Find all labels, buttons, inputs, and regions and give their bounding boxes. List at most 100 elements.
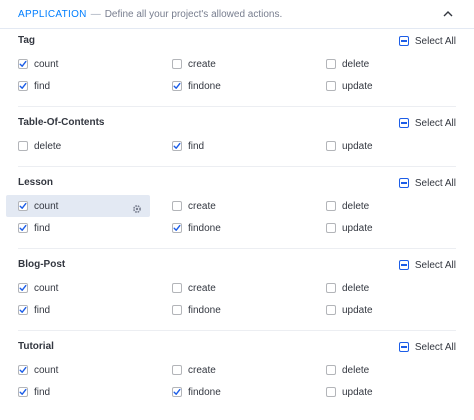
- title-separator: —: [90, 8, 101, 20]
- permission-label: findone: [188, 80, 221, 92]
- checkmark-icon: [173, 142, 181, 149]
- permission-create[interactable]: create: [160, 359, 304, 381]
- permission-update[interactable]: update: [314, 299, 458, 321]
- permission-label: update: [342, 222, 373, 234]
- permission-update[interactable]: update: [314, 381, 458, 403]
- permission-delete[interactable]: delete: [314, 277, 458, 299]
- permission-checkbox[interactable]: [18, 387, 28, 397]
- permission-label: findone: [188, 222, 221, 234]
- select-all-label: Select All: [414, 35, 456, 47]
- permission-checkbox[interactable]: [172, 59, 182, 69]
- permission-checkbox[interactable]: [326, 59, 336, 69]
- permission-find[interactable]: find: [160, 135, 304, 157]
- chevron-up-icon[interactable]: [440, 6, 456, 22]
- section-divider: [18, 330, 456, 331]
- permission-checkbox[interactable]: [172, 81, 182, 91]
- gear-icon[interactable]: [132, 201, 142, 213]
- select-all-toggle[interactable]: Select All: [398, 176, 456, 190]
- permission-find[interactable]: find: [6, 299, 150, 321]
- permission-findone[interactable]: findone: [160, 299, 304, 321]
- permission-checkbox[interactable]: [18, 81, 28, 91]
- permission-count[interactable]: count: [6, 53, 150, 75]
- permission-checkbox[interactable]: [326, 283, 336, 293]
- permission-section-blog-post: Blog-Post Select All count create delete find…: [0, 258, 474, 338]
- select-all-checkbox[interactable]: [398, 260, 409, 270]
- permission-section-lesson: Lesson Select All count create delete find fin…: [0, 176, 474, 256]
- select-all-checkbox[interactable]: [398, 36, 409, 46]
- permission-checkbox[interactable]: [18, 201, 28, 211]
- permission-label: create: [188, 282, 216, 294]
- permission-checkbox[interactable]: [326, 201, 336, 211]
- permission-checkbox[interactable]: [172, 283, 182, 293]
- permission-count[interactable]: count: [6, 195, 150, 217]
- permission-checkbox[interactable]: [18, 283, 28, 293]
- permission-delete[interactable]: delete: [314, 195, 458, 217]
- permission-create[interactable]: create: [160, 195, 304, 217]
- select-all-toggle[interactable]: Select All: [398, 258, 456, 272]
- select-all-checkbox[interactable]: [398, 118, 409, 128]
- permission-find[interactable]: find: [6, 217, 150, 239]
- permission-find[interactable]: find: [6, 381, 150, 403]
- permission-label: find: [34, 304, 51, 316]
- permission-update[interactable]: update: [314, 75, 458, 97]
- permission-count[interactable]: count: [6, 277, 150, 299]
- permission-checkbox[interactable]: [172, 141, 182, 151]
- permission-checkbox[interactable]: [18, 223, 28, 233]
- select-all-checkbox[interactable]: [398, 178, 409, 188]
- permission-checkbox[interactable]: [172, 387, 182, 397]
- permission-label: findone: [188, 304, 221, 316]
- permission-checkbox[interactable]: [172, 365, 182, 375]
- permission-checkbox[interactable]: [172, 201, 182, 211]
- section-name: Blog-Post: [18, 259, 66, 270]
- select-all-toggle[interactable]: Select All: [398, 116, 456, 130]
- application-header[interactable]: APPLICATION — Define all your project's …: [0, 0, 474, 28]
- permission-label: delete: [342, 364, 370, 376]
- permission-checkbox[interactable]: [172, 223, 182, 233]
- permission-findone[interactable]: findone: [160, 217, 304, 239]
- section-name: Table-Of-Contents: [18, 117, 105, 128]
- checkmark-icon: [173, 388, 181, 395]
- permission-checkbox[interactable]: [326, 81, 336, 91]
- checkmark-icon: [19, 82, 27, 89]
- checkmark-icon: [19, 366, 27, 373]
- permission-findone[interactable]: findone: [160, 75, 304, 97]
- checkmark-icon: [19, 388, 27, 395]
- section-divider: [18, 166, 456, 167]
- permission-checkbox[interactable]: [326, 141, 336, 151]
- permission-checkbox[interactable]: [326, 223, 336, 233]
- checkmark-icon: [19, 284, 27, 291]
- indeterminate-icon: [400, 40, 407, 42]
- permission-checkbox[interactable]: [326, 387, 336, 397]
- permission-label: count: [34, 200, 59, 212]
- permission-label: count: [34, 58, 59, 70]
- permission-label: find: [34, 386, 51, 398]
- permission-label: find: [188, 140, 205, 152]
- permission-find[interactable]: find: [6, 75, 150, 97]
- section-divider: [18, 106, 456, 107]
- permission-count[interactable]: count: [6, 359, 150, 381]
- permission-label: create: [188, 364, 216, 376]
- permission-findone[interactable]: findone: [160, 381, 304, 403]
- permission-label: delete: [342, 58, 370, 70]
- select-all-checkbox[interactable]: [398, 342, 409, 352]
- permission-checkbox[interactable]: [326, 305, 336, 315]
- permission-delete[interactable]: delete: [314, 53, 458, 75]
- select-all-toggle[interactable]: Select All: [398, 340, 456, 354]
- permission-update[interactable]: update: [314, 135, 458, 157]
- permission-create[interactable]: create: [160, 53, 304, 75]
- permission-checkbox[interactable]: [18, 365, 28, 375]
- permission-delete[interactable]: delete: [6, 135, 150, 157]
- permission-checkbox[interactable]: [18, 305, 28, 315]
- section-name: Tag: [18, 35, 36, 46]
- permission-checkbox[interactable]: [18, 141, 28, 151]
- permission-checkbox[interactable]: [172, 305, 182, 315]
- permission-label: count: [34, 282, 59, 294]
- permission-checkbox[interactable]: [18, 59, 28, 69]
- permission-create[interactable]: create: [160, 277, 304, 299]
- permission-update[interactable]: update: [314, 217, 458, 239]
- permission-delete[interactable]: delete: [314, 359, 458, 381]
- permission-checkbox[interactable]: [326, 365, 336, 375]
- permission-label: findone: [188, 386, 221, 398]
- select-all-toggle[interactable]: Select All: [398, 34, 456, 48]
- select-all-label: Select All: [414, 259, 456, 271]
